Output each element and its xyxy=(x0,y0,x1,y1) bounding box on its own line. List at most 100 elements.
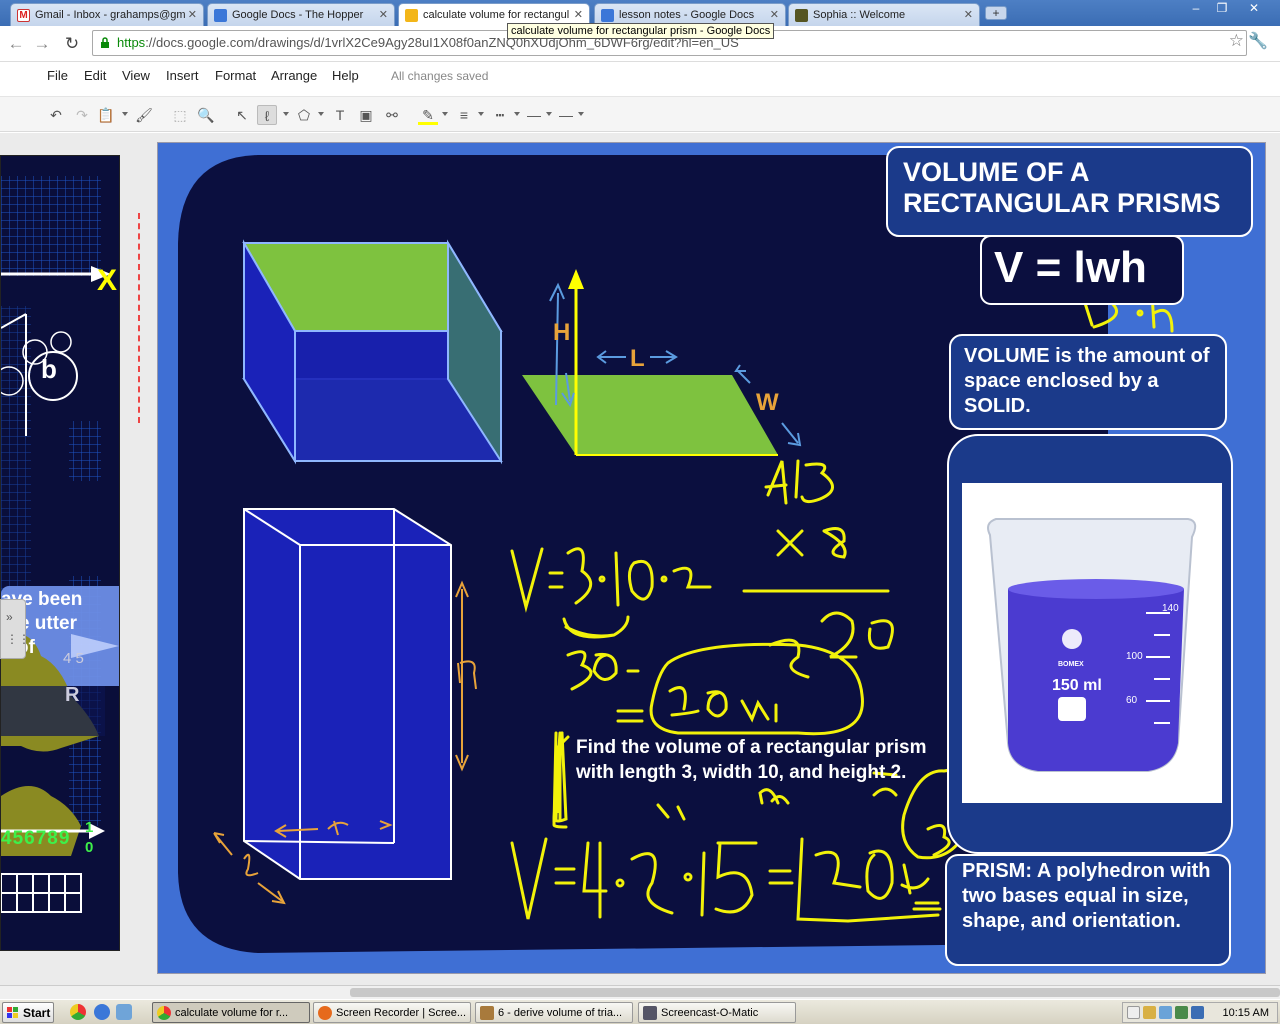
letter-b: b xyxy=(41,354,57,384)
previous-slide: X b ave been the utter s of 4 5 R 456789… xyxy=(0,155,120,951)
grip-icon: ⋮⋮ xyxy=(6,632,30,646)
beaker-scale-60: 60 xyxy=(1126,695,1138,706)
length-label: L xyxy=(630,345,645,372)
height-label: H xyxy=(553,319,571,346)
wrench-icon[interactable]: 🔧 xyxy=(1248,31,1268,51)
tray-icon[interactable] xyxy=(1175,1006,1188,1019)
reload-button[interactable]: ↻ xyxy=(62,34,82,54)
tab-label: Sophia :: Welcome xyxy=(813,9,906,21)
chevron-right-icon: » xyxy=(6,610,13,624)
tray-icon[interactable] xyxy=(1127,1006,1140,1019)
back-button[interactable]: ← xyxy=(6,34,26,54)
bookmark-star-icon[interactable]: ☆ xyxy=(1229,31,1244,51)
task-label: Screen Recorder | Scree... xyxy=(336,1007,467,1019)
guide-line xyxy=(138,213,140,423)
close-icon[interactable]: ✕ xyxy=(188,8,197,21)
chevron-down-icon[interactable] xyxy=(122,112,128,116)
task-label: Screencast-O-Matic xyxy=(661,1007,759,1019)
ie-icon[interactable] xyxy=(94,1004,110,1020)
paint-format-icon[interactable]: 🖌 xyxy=(134,105,154,125)
chevron-down-icon[interactable] xyxy=(514,112,520,116)
side-panel-toggle[interactable]: » ⋮⋮ xyxy=(0,599,30,659)
chevron-down-icon[interactable] xyxy=(478,112,484,116)
start-label: Start xyxy=(23,1006,51,1020)
paste-icon[interactable]: 📋 xyxy=(96,105,116,125)
menu-edit[interactable]: Edit xyxy=(84,68,106,83)
beaker-volume-label: 150 ml xyxy=(1052,677,1102,694)
menu-help[interactable]: Help xyxy=(332,68,359,83)
line-start-icon[interactable]: — xyxy=(524,105,544,125)
chrome-icon[interactable] xyxy=(70,1004,86,1020)
tray-icon[interactable] xyxy=(1159,1006,1172,1019)
image-icon[interactable]: ▣ xyxy=(356,105,376,125)
tray-icon[interactable] xyxy=(1143,1006,1156,1019)
undo-icon[interactable]: ↶ xyxy=(46,105,66,125)
drawing-canvas[interactable]: X b ave been the utter s of 4 5 R 456789… xyxy=(0,133,1280,985)
close-icon[interactable]: ✕ xyxy=(574,8,583,21)
x-axis-label: X xyxy=(97,264,118,297)
horizontal-scrollbar[interactable] xyxy=(0,985,1280,999)
number-ten: 10 xyxy=(85,819,94,856)
tab-label: lesson notes - Google Docs xyxy=(619,9,755,21)
close-window-button[interactable]: ✕ xyxy=(1240,0,1268,18)
chevron-down-icon[interactable] xyxy=(318,112,324,116)
menu-view[interactable]: View xyxy=(122,68,150,83)
forward-button[interactable]: → xyxy=(32,34,52,54)
menu-arrange[interactable]: Arrange xyxy=(271,68,317,83)
menu-format[interactable]: Format xyxy=(215,68,256,83)
start-button[interactable]: Start xyxy=(2,1002,54,1023)
docs-icon xyxy=(214,9,227,22)
minimize-button[interactable]: ‒ xyxy=(1182,0,1210,18)
text-box-icon[interactable]: T xyxy=(330,105,350,125)
zoom-fit-icon[interactable]: ⬚ xyxy=(170,105,190,125)
chevron-down-icon[interactable] xyxy=(546,112,552,116)
beaker-scale-100: 100 xyxy=(1126,651,1143,662)
task-screen-recorder[interactable]: Screen Recorder | Scree... xyxy=(313,1002,471,1023)
close-icon[interactable]: ✕ xyxy=(379,8,388,21)
clock: 10:15 AM xyxy=(1222,1007,1269,1019)
drawings-icon xyxy=(405,9,418,22)
tab-label: Gmail - Inbox - grahamps@gm xyxy=(35,9,186,21)
line-color-icon[interactable]: ✎ xyxy=(418,105,438,125)
beaker-scale-140: 140 xyxy=(1162,603,1179,614)
screencast-icon xyxy=(643,1006,657,1020)
slide[interactable]: VOLUME OF A RECTANGULAR PRISMS V = lwh V… xyxy=(157,142,1266,974)
desktop-icon[interactable] xyxy=(116,1004,132,1020)
scribble-icon[interactable]: ℓ xyxy=(257,105,277,125)
new-tab-button[interactable]: + xyxy=(985,6,1007,20)
chevron-down-icon[interactable] xyxy=(578,112,584,116)
network-icon[interactable] xyxy=(1191,1006,1204,1019)
line-weight-icon[interactable]: ≡ xyxy=(454,105,474,125)
beaker-brand-label: BOMEX xyxy=(1058,661,1084,668)
line-dash-icon[interactable]: ┅ xyxy=(490,105,510,125)
restore-button[interactable]: ❐ xyxy=(1208,0,1236,18)
task-derive-volume[interactable]: 6 - derive volume of tria... xyxy=(475,1002,633,1023)
shape-icon[interactable]: ⬠ xyxy=(294,105,314,125)
task-screencast[interactable]: Screencast-O-Matic xyxy=(638,1002,796,1023)
url-scheme: https xyxy=(117,35,146,50)
tab-gmail[interactable]: M Gmail - Inbox - grahamps@gm ✕ xyxy=(10,3,204,26)
chevron-down-icon[interactable] xyxy=(442,112,448,116)
task-calculate-volume[interactable]: calculate volume for r... xyxy=(152,1002,310,1023)
volume-formula: V = lwh xyxy=(994,243,1147,292)
chevron-down-icon[interactable] xyxy=(283,112,289,116)
small-numbers: 4 5 xyxy=(63,650,84,667)
zoom-icon[interactable]: 🔍 xyxy=(196,105,216,125)
tab-the-hopper[interactable]: Google Docs - The Hopper ✕ xyxy=(207,3,395,26)
redo-icon[interactable]: ↷ xyxy=(72,105,92,125)
select-arrow-icon[interactable]: ↖ xyxy=(232,105,252,125)
rectangular-prism-1 xyxy=(242,239,503,465)
close-icon[interactable]: ✕ xyxy=(964,8,973,21)
tab-sophia[interactable]: Sophia :: Welcome ✕ xyxy=(788,3,980,26)
scrollbar-thumb[interactable] xyxy=(350,988,1280,997)
link-icon[interactable]: ⚯ xyxy=(382,105,402,125)
toolbar: ↶ ↷ 📋 🖌 ⬚ 🔍 ↖ ℓ ⬠ T ▣ ⚯ ✎ ≡ ┅ — — xyxy=(0,96,1280,132)
tab-label: calculate volume for rectangul xyxy=(423,9,570,21)
line-end-icon[interactable]: — xyxy=(556,105,576,125)
lock-icon xyxy=(101,37,109,48)
menu-file[interactable]: File xyxy=(47,68,68,83)
gmail-icon: M xyxy=(17,9,30,22)
prism-definition: PRISM: A polyhedron with two bases equal… xyxy=(962,860,1211,932)
close-icon[interactable]: ✕ xyxy=(770,8,779,21)
menu-insert[interactable]: Insert xyxy=(166,68,199,83)
